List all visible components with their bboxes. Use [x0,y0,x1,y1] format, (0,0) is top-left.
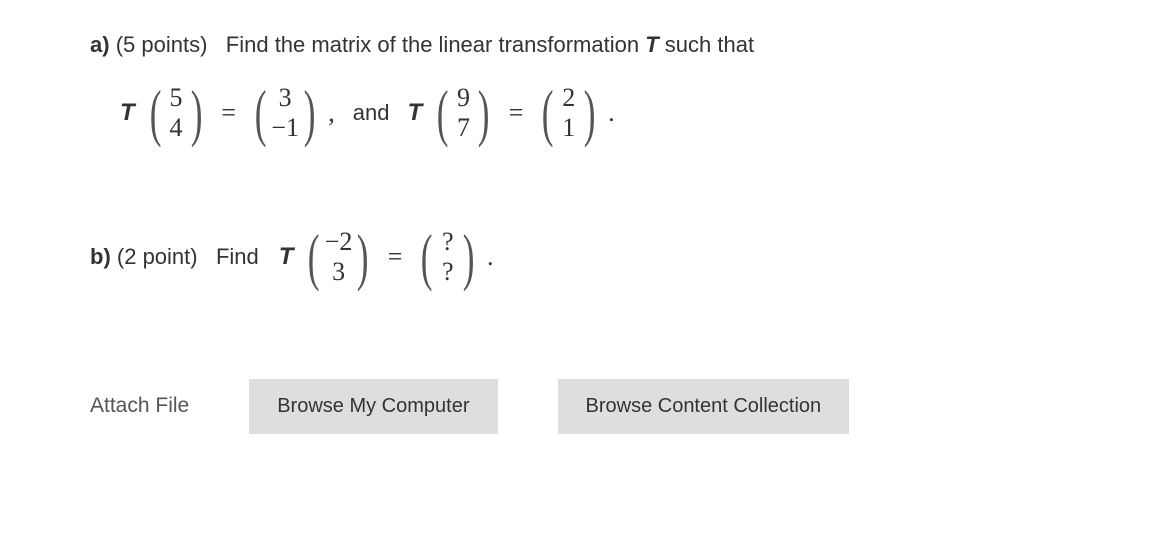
lparen-icon: ( [437,81,449,145]
lparen-icon: ( [149,81,161,145]
part-b: b) (2 point) Find T ( −2 3 ) = ( ? ? ) . [90,225,1080,289]
T-symbol: T [120,99,135,127]
lparen-icon: ( [308,225,320,289]
part-a-label: a) [90,32,110,57]
transform-T: T [645,32,658,57]
period: . [608,98,615,128]
equals: = [509,98,524,128]
rparen-icon: ) [478,81,490,145]
rparen-icon: ) [584,81,596,145]
lparen-icon: ( [542,81,554,145]
lparen-icon: ( [255,81,267,145]
equals: = [221,98,236,128]
vb-bot: 3 [332,257,345,287]
question-page: a) (5 points) Find the matrix of the lin… [0,0,1170,434]
v2-bot: 7 [457,113,470,143]
v2o-bot: 1 [562,113,575,143]
v1o-top: 3 [279,83,292,113]
vector-in-2: ( 9 7 ) [432,81,495,145]
rparen-icon: ) [304,81,316,145]
browse-content-collection-button[interactable]: Browse Content Collection [558,379,850,434]
vbo-bot: ? [442,257,454,287]
lparen-icon: ( [421,225,433,289]
v1-top: 5 [169,83,182,113]
v2o-top: 2 [562,83,575,113]
vbo-top: ? [442,227,454,257]
rparen-icon: ) [191,81,203,145]
part-a-math: T ( 5 4 ) = ( 3 −1 ) , and T ( 9 7 [120,81,1080,145]
attach-file-label: Attach File [90,394,189,418]
vector-in-1: ( 5 4 ) [145,81,208,145]
v1-bot: 4 [169,113,182,143]
part-b-prompt: Find [216,244,259,269]
part-a-text-after: such that [665,32,754,57]
joiner-and: and [353,100,390,126]
part-a-text-before: Find the matrix of the linear transforma… [226,32,645,57]
part-b-label: b) [90,244,111,269]
v1o-bot: −1 [271,113,299,143]
rparen-icon: ) [357,225,369,289]
equals: = [388,242,403,272]
period: . [487,242,494,272]
vector-out-b: ( ? ? ) [416,225,479,289]
T-symbol: T [407,99,422,127]
comma: , [328,98,335,128]
attach-file-row: Attach File Browse My Computer Browse Co… [90,379,1080,434]
part-a-points: (5 points) [116,32,208,57]
vector-in-b: ( −2 3 ) [303,225,373,289]
v2-top: 9 [457,83,470,113]
vector-out-2: ( 2 1 ) [537,81,600,145]
part-a-prompt: a) (5 points) Find the matrix of the lin… [90,30,1080,61]
part-b-points: (2 point) [117,244,198,269]
T-symbol: T [279,243,294,271]
browse-my-computer-button[interactable]: Browse My Computer [249,379,497,434]
vb-top: −2 [325,227,353,257]
rparen-icon: ) [463,225,475,289]
vector-out-1: ( 3 −1 ) [250,81,320,145]
